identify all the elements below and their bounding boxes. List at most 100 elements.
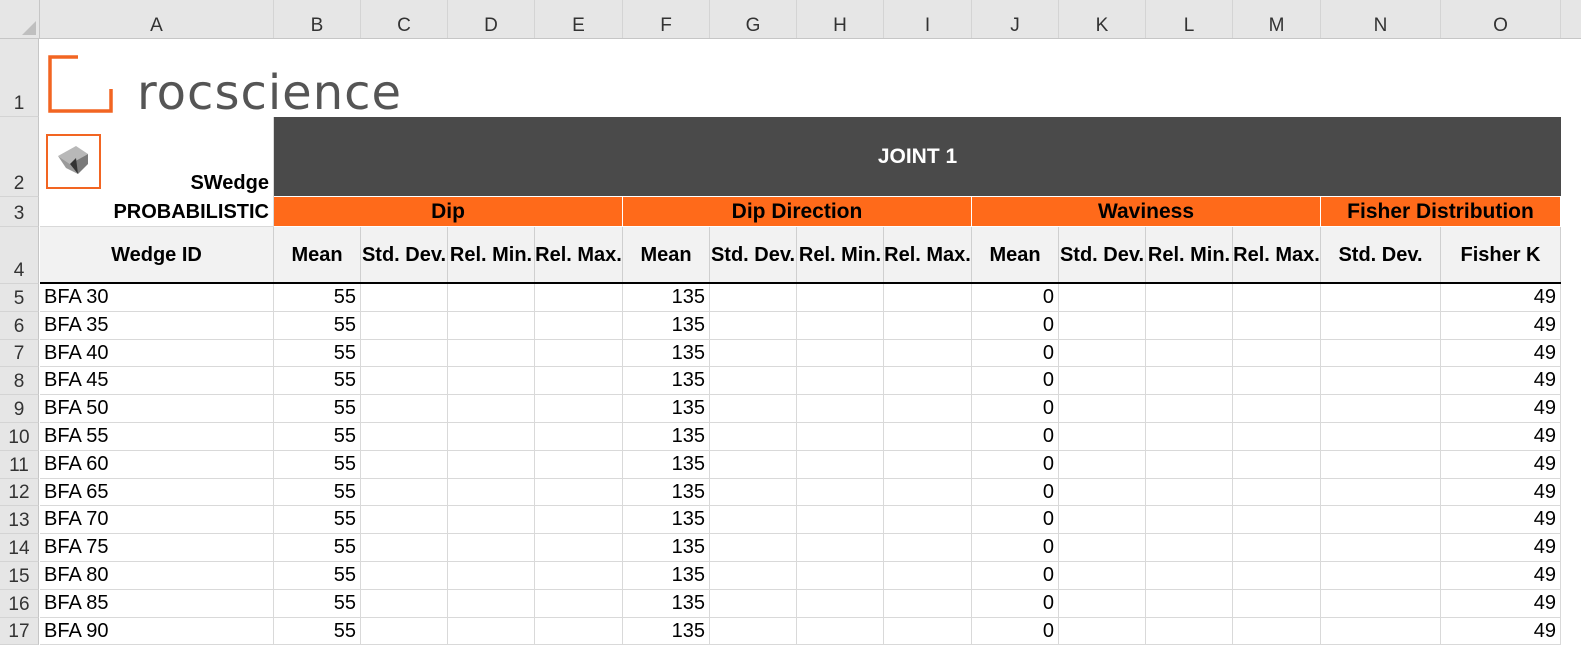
column-header-j[interactable]: J [972,0,1059,38]
table-cell[interactable]: 49 [1441,423,1561,451]
wedge-id-cell[interactable]: BFA 55 [40,423,274,451]
column-header-g[interactable]: G [710,0,797,38]
table-cell[interactable] [1233,339,1321,368]
table-cell[interactable]: 135 [623,395,710,423]
table-cell[interactable] [1233,589,1321,618]
row-header-3[interactable]: 3 [0,197,39,227]
wedge-id-cell[interactable]: BFA 65 [40,478,274,507]
table-cell[interactable] [361,311,448,340]
table-cell[interactable]: 135 [623,534,710,562]
table-cell[interactable] [1146,423,1233,451]
column-header-f[interactable]: F [623,0,710,38]
table-cell[interactable] [797,395,884,423]
table-cell[interactable] [535,311,623,340]
wedge-id-cell[interactable]: BFA 80 [40,562,274,590]
table-cell[interactable]: 135 [623,478,710,507]
table-cell[interactable] [1233,284,1321,312]
row-header-4[interactable]: 4 [0,227,39,284]
row-header-5[interactable]: 5 [0,284,39,312]
table-cell[interactable]: 135 [623,367,710,396]
table-cell[interactable] [884,311,972,340]
table-cell[interactable] [361,367,448,396]
row-header-14[interactable]: 14 [0,534,39,562]
wedge-id-cell[interactable]: BFA 35 [40,311,274,340]
table-cell[interactable] [710,617,797,646]
table-cell[interactable] [1146,339,1233,368]
column-header-i[interactable]: I [884,0,972,38]
table-cell[interactable] [1233,562,1321,590]
row-header-2[interactable]: 2 [0,117,39,197]
table-cell[interactable] [361,423,448,451]
table-cell[interactable] [535,367,623,396]
table-cell[interactable] [448,284,535,312]
table-cell[interactable] [1059,311,1146,340]
table-cell[interactable] [797,534,884,562]
table-cell[interactable] [361,284,448,312]
table-cell[interactable]: 55 [274,589,361,618]
table-cell[interactable]: 135 [623,450,710,479]
wedge-id-cell[interactable]: BFA 75 [40,534,274,562]
select-all-button[interactable] [0,0,40,38]
table-cell[interactable] [361,478,448,507]
table-cell[interactable]: 49 [1441,562,1561,590]
table-cell[interactable] [1321,311,1441,340]
wedge-id-cell[interactable]: BFA 45 [40,367,274,396]
table-cell[interactable] [1321,617,1441,646]
table-cell[interactable] [797,423,884,451]
table-cell[interactable] [448,589,535,618]
table-cell[interactable] [797,284,884,312]
column-header-h[interactable]: H [797,0,884,38]
table-cell[interactable] [535,589,623,618]
table-cell[interactable]: 49 [1441,617,1561,646]
table-cell[interactable] [1146,562,1233,590]
table-cell[interactable] [361,589,448,618]
table-cell[interactable]: 55 [274,478,361,507]
column-header-e[interactable]: E [535,0,623,38]
table-cell[interactable] [797,617,884,646]
row-header-16[interactable]: 16 [0,589,39,618]
table-cell[interactable] [1146,478,1233,507]
table-cell[interactable]: 0 [972,311,1059,340]
table-cell[interactable]: 135 [623,311,710,340]
row-header-13[interactable]: 13 [0,506,39,535]
table-cell[interactable] [448,311,535,340]
table-cell[interactable] [1146,450,1233,479]
table-cell[interactable]: 0 [972,478,1059,507]
table-cell[interactable]: 0 [972,589,1059,618]
table-cell[interactable] [1146,367,1233,396]
column-header-n[interactable]: N [1321,0,1441,38]
row-header-11[interactable]: 11 [0,450,39,479]
table-cell[interactable]: 0 [972,367,1059,396]
table-cell[interactable]: 49 [1441,534,1561,562]
table-cell[interactable] [710,506,797,535]
table-cell[interactable] [884,339,972,368]
table-cell[interactable] [448,450,535,479]
table-cell[interactable] [797,339,884,368]
table-cell[interactable] [884,506,972,535]
table-cell[interactable] [1146,284,1233,312]
column-header-b[interactable]: B [274,0,361,38]
table-cell[interactable] [1233,395,1321,423]
table-cell[interactable] [1059,395,1146,423]
table-cell[interactable]: 49 [1441,395,1561,423]
table-cell[interactable] [1059,506,1146,535]
table-cell[interactable]: 49 [1441,311,1561,340]
column-header-c[interactable]: C [361,0,448,38]
table-cell[interactable] [710,534,797,562]
table-cell[interactable]: 0 [972,562,1059,590]
table-cell[interactable]: 55 [274,311,361,340]
column-header-d[interactable]: D [448,0,535,38]
table-cell[interactable]: 55 [274,506,361,535]
column-header-k[interactable]: K [1059,0,1146,38]
column-header-a[interactable]: A [40,0,274,38]
table-cell[interactable] [1059,367,1146,396]
row-header-9[interactable]: 9 [0,395,39,423]
table-cell[interactable] [884,562,972,590]
table-cell[interactable] [1146,311,1233,340]
wedge-id-cell[interactable]: BFA 85 [40,589,274,618]
table-cell[interactable]: 135 [623,506,710,535]
row-header-1[interactable]: 1 [0,39,39,117]
table-cell[interactable] [797,506,884,535]
row-header-8[interactable]: 8 [0,367,39,396]
table-cell[interactable] [361,617,448,646]
